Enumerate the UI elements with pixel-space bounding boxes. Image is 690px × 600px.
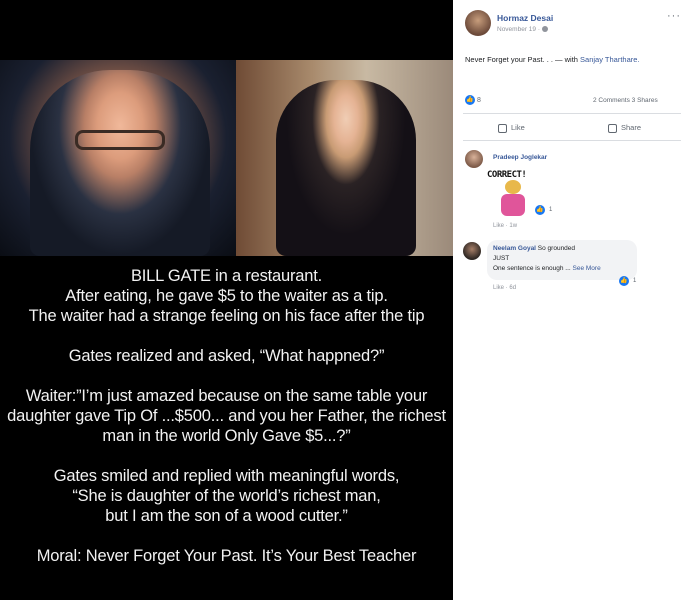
share-button[interactable]: Share [608,123,641,133]
share-button-label: Share [621,123,642,132]
comment-text: CORRECT! [487,170,527,180]
commenter-avatar[interactable] [463,242,481,260]
comment-text: So grounded [536,245,576,252]
reactions-summary[interactable]: 👍 8 [465,95,481,105]
post-time[interactable]: November 19 · [497,26,548,33]
image-top-band [0,0,453,60]
tagged-user-link[interactable]: Sanjay Tharthare. [580,55,639,64]
sticker-body [501,194,525,216]
story-paragraph-4: Gates smiled and replied with meaningful… [0,466,453,526]
more-options-icon[interactable]: ··· [667,10,681,22]
post-time-label: November 19 · [497,26,540,33]
comment-meta: Like · 6d [493,285,517,291]
story-paragraph-3: Waiter:”I’m just amazed because on the s… [0,386,453,446]
like-reaction-icon: 👍 [465,95,475,105]
comment-like-link[interactable]: Like [493,223,504,229]
story-line: Gates realized and asked, “What happned?… [68,347,385,365]
thumbs-up-icon [498,123,507,133]
share-arrow-icon [608,123,617,133]
commenter-name[interactable]: Pradeep Joglekar [493,154,547,161]
divider [463,140,681,141]
man-figure [30,70,210,256]
story-line: Gates smiled and replied with meaningful… [53,467,400,485]
comment-text-line: One sentence is enough ... See More [493,265,601,272]
comment-age[interactable]: 1w [509,223,517,229]
story-line: Waiter:”I’m just amazed because on the s… [25,387,428,405]
cartoon-sticker [497,180,529,218]
like-reaction-icon[interactable]: 👍 [535,205,545,215]
post-text: Never Forget your Past. . . — with Sanja… [465,55,640,64]
comment-like-link[interactable]: Like [493,285,504,291]
commenter-avatar[interactable] [465,150,483,168]
post-text-body: Never Forget your Past. . . — with [465,55,581,64]
author-avatar[interactable] [465,10,491,36]
story-text: BILL GATE in a restaurant. After eating,… [0,266,453,586]
story-line: daughter gave Tip Of ...$500... and you … [7,407,446,425]
reaction-count: 8 [476,96,481,104]
comment-meta: Like · 1w [493,223,518,229]
comment-reaction-count: 1 [633,278,637,284]
glasses-shape [75,130,165,150]
story-line: Moral: Never Forget Your Past. It’s Your… [36,547,417,565]
shares-count-link[interactable]: 3 Shares [632,97,658,104]
comment-age[interactable]: 6d [509,285,516,291]
story-paragraph-1: BILL GATE in a restaurant. After eating,… [0,266,453,326]
see-more-link[interactable]: See More [573,265,601,272]
sticker-head [505,180,521,194]
like-button-label: Like [511,123,525,132]
divider [463,113,681,114]
like-reaction-icon[interactable]: 👍 [619,276,629,286]
story-line: BILL GATE in a restaurant. [130,267,323,285]
comment-reaction-count: 1 [549,207,553,213]
photo-woman [236,60,453,256]
post-sidebar: Hormaz Desai November 19 · ··· Never For… [453,0,690,600]
globe-icon [542,26,548,33]
like-button[interactable]: Like [498,123,525,133]
story-paragraph-2: Gates realized and asked, “What happned?… [0,346,453,366]
story-line: After eating, he gave $5 to the waiter a… [65,287,388,305]
story-paragraph-5: Moral: Never Forget Your Past. It’s Your… [0,546,453,566]
engagement-counts: 2 Comments 3 Shares [593,97,658,104]
comment-text: JUST [493,255,510,262]
photo-man [0,60,236,256]
story-line: but I am the son of a wood cutter.” [105,507,348,525]
author-name[interactable]: Hormaz Desai [497,13,553,23]
story-line: “She is daughter of the world’s richest … [72,487,381,505]
woman-figure [276,80,416,256]
comments-count-link[interactable]: 2 Comments [593,97,630,104]
commenter-name[interactable]: Neelam Goyal [493,245,536,252]
post-image[interactable]: BILL GATE in a restaurant. After eating,… [0,0,453,600]
story-line: man in the world Only Gave $5...?” [102,427,351,445]
comment-first-line: Neelam Goyal So grounded [493,245,575,252]
story-line: The waiter had a strange feeling on his … [28,307,425,325]
comment-text: One sentence is enough ... [493,265,573,272]
